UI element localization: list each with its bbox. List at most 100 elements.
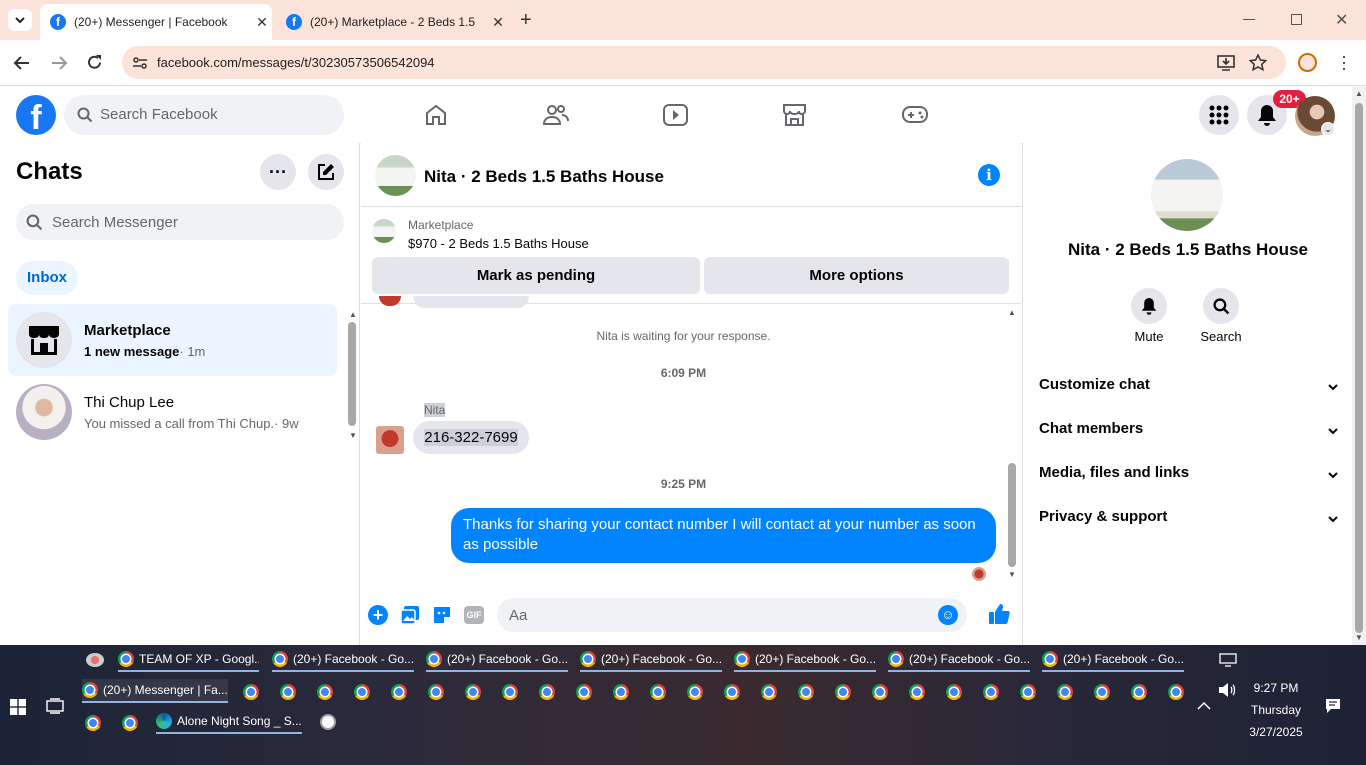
forward-arrow-icon[interactable]	[50, 55, 68, 71]
chrome-icon[interactable]	[835, 684, 851, 700]
chrome-icon[interactable]	[761, 684, 777, 700]
new-message-button[interactable]	[308, 154, 344, 190]
chat-members-section[interactable]: Chat members	[1039, 420, 1339, 444]
back-arrow-icon[interactable]	[13, 55, 31, 71]
taskbar-window[interactable]: (20+) Facebook - Go...	[580, 648, 722, 672]
chat-list-scrollbar[interactable]: ▲ ▼	[346, 308, 358, 443]
task-view-icon[interactable]	[46, 698, 64, 714]
chrome-icon[interactable]	[576, 684, 592, 700]
chrome-icon[interactable]	[354, 684, 370, 700]
chrome-icon[interactable]	[1020, 684, 1036, 700]
more-actions-button[interactable]: +	[368, 605, 388, 625]
chat-options-button[interactable]: ···	[260, 154, 296, 190]
tab-messenger[interactable]: f (20+) Messenger | Facebook ✕	[40, 4, 272, 40]
tab-search-button[interactable]	[8, 9, 32, 31]
chrome-icon[interactable]	[317, 684, 333, 700]
chrome-icon[interactable]	[798, 684, 814, 700]
chrome-icon[interactable]	[502, 684, 518, 700]
chrome-icon[interactable]	[280, 684, 296, 700]
restore-icon[interactable]	[1291, 14, 1302, 25]
messenger-search-field[interactable]: Search Messenger	[16, 204, 344, 240]
taskbar-window[interactable]: (20+) Facebook - Go...	[734, 648, 876, 672]
install-app-icon[interactable]	[1217, 55, 1235, 71]
friends-icon[interactable]	[543, 103, 569, 127]
chat-row-thi-chup-lee[interactable]: Thi Chup Lee You missed a call from Thi …	[8, 376, 337, 448]
marketplace-icon[interactable]	[782, 103, 807, 127]
listing-thumbnail[interactable]	[372, 219, 396, 243]
menu-grid-button[interactable]	[1199, 95, 1239, 135]
chrome-icon[interactable]	[613, 684, 629, 700]
chrome-icon[interactable]	[650, 684, 666, 700]
watch-video-icon[interactable]	[663, 103, 688, 127]
gaming-icon[interactable]	[902, 105, 928, 125]
chrome-icon[interactable]	[85, 715, 101, 731]
taskbar-window[interactable]: TEAM OF XP - Googl...	[118, 648, 259, 672]
chrome-icon[interactable]	[539, 684, 555, 700]
thumbs-up-icon[interactable]	[988, 603, 1010, 625]
facebook-search-field[interactable]: Search Facebook	[64, 95, 344, 135]
chrome-icon[interactable]	[391, 684, 407, 700]
taskbar-window[interactable]: (20+) Facebook - Go...	[272, 648, 414, 672]
conversation-info-button[interactable]: i	[978, 164, 1000, 186]
page-scrollbar[interactable]: ▲ ▼	[1352, 87, 1366, 645]
chrome-icon[interactable]	[243, 684, 259, 700]
chrome-icon[interactable]	[1168, 684, 1184, 700]
close-window-icon[interactable]: ✕	[1335, 10, 1348, 30]
sticker-icon[interactable]	[432, 605, 452, 625]
chrome-icon[interactable]	[872, 684, 888, 700]
bookmark-star-icon[interactable]	[1249, 54, 1267, 72]
volume-icon[interactable]	[1218, 682, 1236, 698]
customize-chat-section[interactable]: Customize chat	[1039, 376, 1339, 400]
chat-row-marketplace[interactable]: Marketplace 1 new message· 1m	[8, 304, 337, 376]
chevron-up-icon[interactable]	[1197, 701, 1211, 711]
chrome-icon[interactable]	[946, 684, 962, 700]
new-tab-button[interactable]: +	[520, 10, 532, 30]
minimize-icon[interactable]	[1243, 19, 1255, 20]
taskbar-window[interactable]: (20+) Facebook - Go...	[426, 648, 568, 672]
menu-kebab-icon[interactable]: · · ·	[1341, 47, 1347, 77]
inbox-filter-pill[interactable]: Inbox	[16, 261, 78, 295]
attach-photo-icon[interactable]	[400, 605, 420, 625]
more-options-button[interactable]: More options	[704, 257, 1009, 294]
chrome-icon[interactable]	[724, 684, 740, 700]
emoji-icon[interactable]: ☺	[938, 605, 958, 625]
chrome-icon[interactable]	[687, 684, 703, 700]
site-settings-icon[interactable]	[132, 55, 148, 71]
privacy-support-section[interactable]: Privacy & support	[1039, 508, 1339, 532]
taskbar-window[interactable]: (20+) Facebook - Go...	[888, 648, 1030, 672]
whatsapp-icon[interactable]	[320, 714, 336, 730]
conversation-scrollbar[interactable]: ▲ ▼	[1006, 308, 1018, 580]
facebook-logo[interactable]: f	[16, 95, 56, 135]
url-field[interactable]: facebook.com/messages/t/3023057350654209…	[122, 46, 1286, 79]
details-avatar[interactable]	[1151, 159, 1223, 231]
listing-title[interactable]: $970 - 2 Beds 1.5 Baths House	[408, 236, 589, 251]
tab-marketplace[interactable]: f (20+) Marketplace - 2 Beds 1.5 ✕	[276, 4, 508, 40]
chrome-icon[interactable]	[1057, 684, 1073, 700]
account-chevron-icon[interactable]: ⌄	[1321, 122, 1335, 136]
conversation-avatar[interactable]	[375, 155, 416, 196]
profile-avatar-icon[interactable]	[1298, 53, 1317, 72]
message-input[interactable]: Aa ☺	[497, 598, 967, 632]
network-icon[interactable]	[1219, 653, 1237, 667]
taskbar-window-messenger[interactable]: (20+) Messenger | Fa...	[82, 679, 228, 703]
notifications-center-icon[interactable]	[1325, 698, 1341, 714]
chrome-icon[interactable]	[983, 684, 999, 700]
taskbar-window-edge[interactable]: Alone Night Song _ S...	[156, 710, 302, 734]
system-clock[interactable]: 9:27 PM Thursday 3/27/2025	[1236, 677, 1316, 743]
conversation-name[interactable]: Nita · 2 Beds 1.5 Baths House	[424, 167, 664, 187]
windows-start-icon[interactable]	[10, 699, 26, 715]
close-tab-icon[interactable]: ✕	[488, 14, 508, 31]
incoming-message-bubble[interactable]: 216-322-7699	[413, 421, 529, 454]
chrome-icon[interactable]	[1131, 684, 1147, 700]
chrome-icon[interactable]	[909, 684, 925, 700]
home-icon[interactable]	[424, 103, 448, 127]
mark-as-pending-button[interactable]: Mark as pending	[372, 257, 700, 294]
mute-button[interactable]	[1131, 288, 1167, 324]
chrome-icon[interactable]	[122, 715, 138, 731]
gif-button[interactable]: GIF	[464, 606, 484, 624]
reload-icon[interactable]	[86, 54, 103, 71]
app-icon[interactable]	[86, 653, 104, 667]
chrome-icon[interactable]	[1094, 684, 1110, 700]
close-tab-icon[interactable]: ✕	[252, 14, 272, 31]
chrome-icon[interactable]	[465, 684, 481, 700]
